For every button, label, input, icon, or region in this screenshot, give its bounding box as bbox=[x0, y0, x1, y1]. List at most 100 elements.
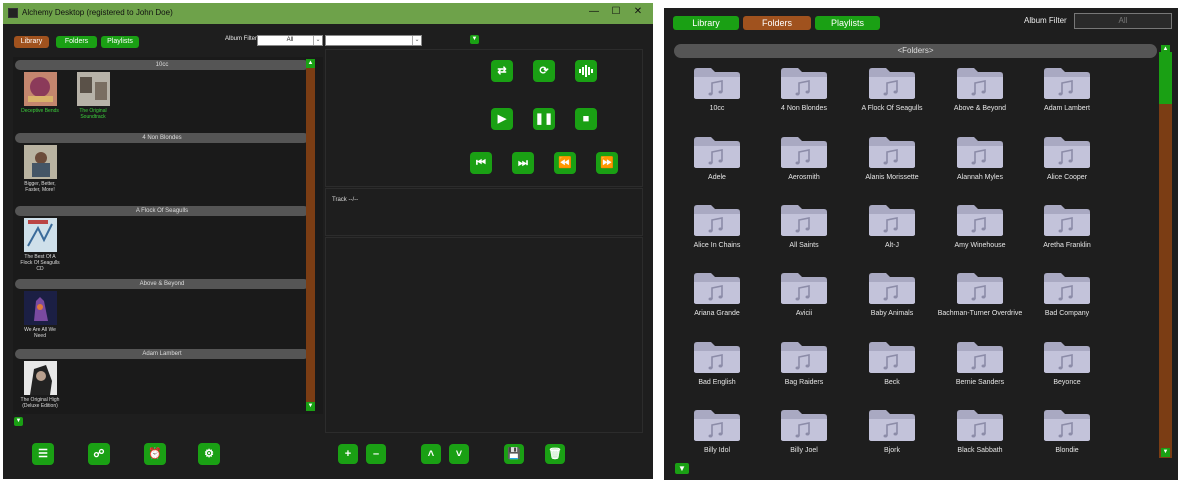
folder-item[interactable]: Baby Animals bbox=[849, 271, 935, 318]
repeat-button[interactable]: ⟳ bbox=[533, 60, 555, 82]
folder-item[interactable]: Aerosmith bbox=[761, 135, 847, 182]
playlist-view-button[interactable]: ☰ bbox=[32, 443, 54, 465]
folder-item[interactable]: Bag Raiders bbox=[761, 340, 847, 387]
folders-header[interactable]: <Folders> bbox=[674, 44, 1157, 58]
folder-item[interactable]: Blondie bbox=[1024, 408, 1110, 455]
music-folder-icon bbox=[957, 137, 1003, 168]
album-item[interactable]: The Original Soundtrack bbox=[73, 72, 113, 120]
folder-item[interactable]: A Flock Of Seagulls bbox=[849, 66, 935, 113]
scroll-down-button[interactable]: ▼ bbox=[1161, 448, 1170, 457]
folder-item[interactable]: Alanis Morissette bbox=[849, 135, 935, 182]
tab-playlists[interactable]: Playlists bbox=[101, 36, 139, 48]
next-button[interactable]: ⏭ bbox=[512, 152, 534, 174]
folder-item[interactable]: Bjork bbox=[849, 408, 935, 455]
folders-scrollbar[interactable] bbox=[1159, 52, 1172, 458]
move-up-button[interactable]: ˄ bbox=[421, 444, 441, 464]
music-folder-icon bbox=[957, 410, 1003, 441]
album-item[interactable]: Deceptive Bends bbox=[20, 72, 60, 114]
move-down-button[interactable]: ˅ bbox=[449, 444, 469, 464]
scroll-up-button[interactable]: ▲ bbox=[306, 59, 315, 68]
album-title: The Original High (Deluxe Edition) bbox=[20, 397, 60, 409]
folder-item[interactable]: All Saints bbox=[761, 203, 847, 250]
folder-item[interactable]: Billy Joel bbox=[761, 408, 847, 455]
folder-item[interactable]: Alice Cooper bbox=[1024, 135, 1110, 182]
scroll-up-button[interactable]: ▲ bbox=[1161, 45, 1170, 54]
app-icon bbox=[8, 8, 18, 18]
alarm-button[interactable]: ⏰ bbox=[144, 443, 166, 465]
album-filter-select[interactable]: All bbox=[1074, 13, 1172, 29]
fast-forward-icon: ⏩ bbox=[600, 157, 614, 169]
group-header[interactable]: Above & Beyond bbox=[15, 279, 309, 289]
scroll-down-button[interactable]: ▼ bbox=[306, 402, 315, 411]
collapse-button[interactable]: ▼ bbox=[675, 463, 689, 474]
save-button[interactable]: 💾 bbox=[504, 444, 524, 464]
folder-item[interactable]: Amy Winehouse bbox=[937, 203, 1023, 250]
folder-item[interactable]: Ariana Grande bbox=[674, 271, 760, 318]
pause-button[interactable]: ❚❚ bbox=[533, 108, 555, 130]
group-header[interactable]: 10cc bbox=[15, 60, 309, 70]
folder-item[interactable]: 4 Non Blondes bbox=[761, 66, 847, 113]
settings-button[interactable]: ⚙ bbox=[198, 443, 220, 465]
album-item[interactable]: We Are All We Need bbox=[20, 291, 60, 339]
album-filter-select[interactable]: All ⌄ bbox=[257, 35, 323, 46]
album-title: The Original Soundtrack bbox=[79, 108, 107, 120]
close-button[interactable]: ✕ bbox=[630, 6, 646, 17]
folder-item[interactable]: Adam Lambert bbox=[1024, 66, 1110, 113]
scrollbar-thumb[interactable] bbox=[1159, 52, 1172, 104]
tab-playlists[interactable]: Playlists bbox=[815, 16, 880, 30]
play-button[interactable]: ▶ bbox=[491, 108, 513, 130]
tab-library[interactable]: Library bbox=[673, 16, 739, 30]
equalizer-button[interactable] bbox=[575, 60, 597, 82]
folder-item[interactable]: Adele bbox=[674, 135, 760, 182]
album-item[interactable]: The Best Of A Flock Of Seagulls CD bbox=[20, 218, 60, 272]
folder-label: Avicii bbox=[795, 310, 813, 317]
music-folder-icon bbox=[957, 68, 1003, 99]
maximize-button[interactable]: ☐ bbox=[608, 6, 624, 17]
tab-folders[interactable]: Folders bbox=[56, 36, 97, 48]
shuffle-button[interactable]: ⇄ bbox=[491, 60, 513, 82]
previous-button[interactable]: ⏮ bbox=[470, 152, 492, 174]
list-collapse-button[interactable]: ▼ bbox=[14, 417, 23, 426]
link-button[interactable]: ☍ bbox=[88, 443, 110, 465]
search-combo[interactable]: ⌄ bbox=[325, 35, 422, 46]
folder-item[interactable]: Beyonce bbox=[1024, 340, 1110, 387]
remove-button[interactable]: – bbox=[366, 444, 386, 464]
delete-button[interactable]: 🗑 bbox=[545, 444, 565, 464]
folder-item[interactable]: Aretha Franklin bbox=[1024, 203, 1110, 250]
folder-item[interactable]: Bachman-Turner Overdrive bbox=[937, 271, 1023, 318]
folder-item[interactable]: Bad Company bbox=[1024, 271, 1110, 318]
folder-item[interactable]: Avicii bbox=[761, 271, 847, 318]
album-filter-label: Album Filter bbox=[1024, 16, 1067, 25]
folder-item[interactable]: Bernie Sanders bbox=[937, 340, 1023, 387]
library-scrollbar[interactable] bbox=[306, 63, 315, 409]
rewind-button[interactable]: ⏪ bbox=[554, 152, 576, 174]
fast-forward-button[interactable]: ⏩ bbox=[596, 152, 618, 174]
folder-item[interactable]: Billy Idol bbox=[674, 408, 760, 455]
folder-item[interactable]: Black Sabbath bbox=[937, 408, 1023, 455]
folder-item[interactable]: Alice In Chains bbox=[674, 203, 760, 250]
folder-item[interactable]: Beck bbox=[849, 340, 935, 387]
folder-label: Blondie bbox=[1055, 447, 1079, 454]
minimize-button[interactable]: — bbox=[586, 6, 602, 17]
panel-expand-button[interactable]: ▼ bbox=[470, 35, 479, 44]
add-button[interactable]: + bbox=[338, 444, 358, 464]
track-panel: Track --/-- bbox=[325, 188, 643, 236]
music-folder-icon bbox=[781, 205, 827, 236]
folder-item[interactable]: Bad English bbox=[674, 340, 760, 387]
folder-item[interactable]: Alannah Myles bbox=[937, 135, 1023, 182]
folder-item[interactable]: Above & Beyond bbox=[937, 66, 1023, 113]
tab-folders[interactable]: Folders bbox=[743, 16, 811, 30]
album-item[interactable]: Bigger, Better, Faster, More! bbox=[20, 145, 60, 193]
folder-item[interactable]: 10cc bbox=[674, 66, 760, 113]
title-bar[interactable]: Alchemy Desktop (registered to John Doe)… bbox=[3, 3, 653, 24]
chevron-down-icon: ⌄ bbox=[412, 36, 421, 45]
group-header[interactable]: A Flock Of Seagulls bbox=[15, 206, 309, 216]
stop-button[interactable]: ■ bbox=[575, 108, 597, 130]
tab-library[interactable]: Library bbox=[14, 36, 49, 48]
album-item[interactable]: The Original High (Deluxe Edition) bbox=[20, 361, 60, 409]
music-folder-icon bbox=[694, 137, 740, 168]
folder-item[interactable]: Alt-J bbox=[849, 203, 935, 250]
library-list[interactable]: 10cc Deceptive Bends The Original Soundt… bbox=[13, 57, 323, 414]
group-header[interactable]: Adam Lambert bbox=[15, 349, 309, 359]
group-header[interactable]: 4 Non Blondes bbox=[15, 133, 309, 143]
